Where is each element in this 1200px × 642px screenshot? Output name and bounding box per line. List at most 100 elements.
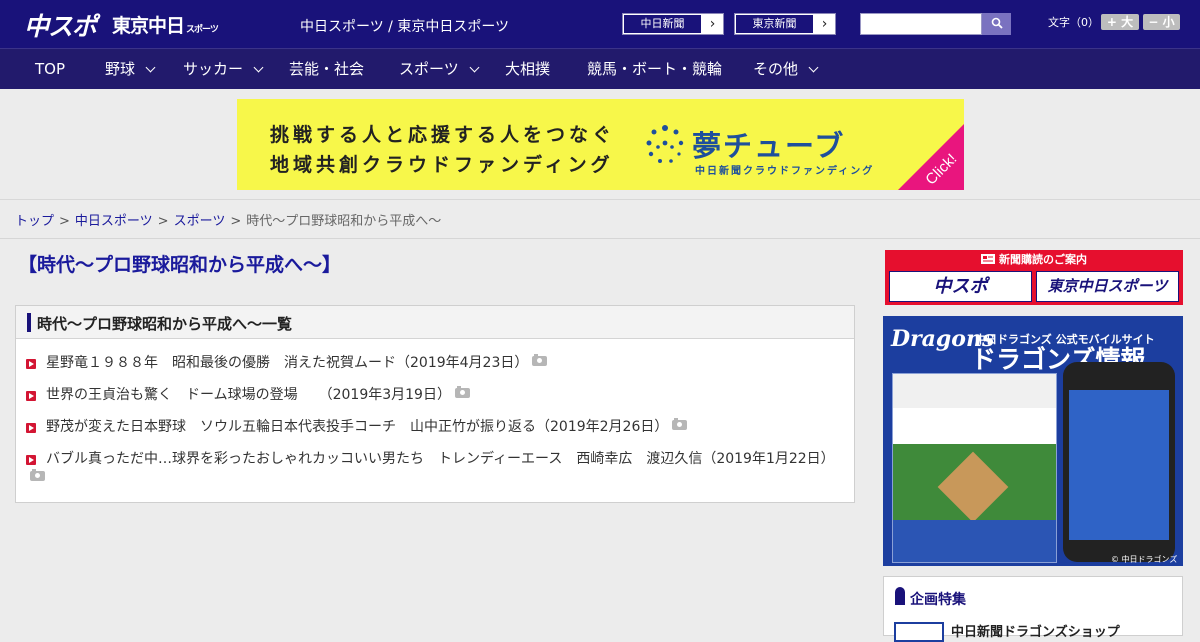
list-item: バブル真っただ中…球界を彩ったおしゃれカッコいい男たち トレンディーエース 西崎… [26, 450, 846, 488]
search-icon [991, 17, 1003, 29]
search-button[interactable] [982, 13, 1011, 35]
nav-item-baseball[interactable]: 野球 [105, 49, 156, 90]
shop-thumbnail [894, 622, 944, 642]
article-list: 時代～プロ野球昭和から平成へ～一覧 星野竜１９８８年 昭和最後の優勝 消えた祝賀… [15, 305, 855, 503]
breadcrumb-link-chuspo[interactable]: 中日スポーツ [75, 214, 153, 229]
chevron-down-icon [145, 62, 156, 73]
nav-label: その他 [753, 60, 799, 78]
chevron-right-icon: › [821, 16, 828, 32]
page-title: 【時代～プロ野球昭和から平成へ～】 [18, 254, 342, 276]
camera-icon [454, 386, 470, 398]
nav-item-other[interactable]: その他 [753, 49, 819, 90]
camera-icon [532, 354, 548, 366]
tokyo-logo-suffix: スポーツ [186, 25, 219, 35]
article-link[interactable]: バブル真っただ中…球界を彩ったおしゃれカッコいい男たち トレンディーエース 西崎… [46, 450, 846, 469]
list-item: 野茂が変えた日本野球 ソウル五輪日本代表投手コーチ 山中正竹が振り返る（2019… [26, 418, 846, 437]
tokyo-shimbun-link[interactable]: 東京新聞 › [734, 13, 836, 35]
camera-icon [30, 469, 45, 481]
breadcrumb-link-sports[interactable]: スポーツ [174, 214, 226, 229]
article-title: 野茂が変えた日本野球 ソウル五輪日本代表投手コーチ 山中正竹が振り返る [46, 419, 536, 435]
search-input[interactable] [860, 13, 982, 35]
nav-item-sports[interactable]: スポーツ [399, 49, 480, 90]
breadcrumb: トップ > 中日スポーツ > スポーツ > 時代～プロ野球昭和から平成へ～ [0, 201, 1200, 239]
dragons-copyright: © 中日ドラゴンズ [1111, 555, 1178, 564]
article-title: 世界の王貞治も驚く ドーム球場の登場 [46, 387, 326, 403]
site-title: 中日スポーツ / 東京中日スポーツ [300, 19, 510, 35]
nav-label: スポーツ [399, 60, 459, 78]
arrow-bullet-icon [26, 359, 36, 369]
chevron-down-icon [808, 62, 819, 73]
font-smaller-button[interactable]: − 小 [1143, 14, 1180, 30]
article-title: バブル真っただ中…球界を彩ったおしゃれカッコいい男たち トレンディーエース 西崎… [46, 451, 703, 467]
arrow-bullet-icon [26, 391, 36, 401]
nav-item-top[interactable]: TOP [35, 49, 65, 90]
dots-logo-icon [646, 125, 684, 163]
breadcrumb-separator: > [157, 214, 169, 229]
subscribe-tokyo-button[interactable]: 東京中日スポーツ [1036, 271, 1179, 302]
nav-label: サッカー [183, 60, 244, 78]
chuspo-logo[interactable]: 中スポ [24, 7, 97, 43]
subscription-box: 新聞購読のご案内 中スポ 東京中日スポーツ [885, 250, 1183, 305]
list-header: 時代～プロ野球昭和から平成へ～一覧 [16, 306, 854, 339]
subscription-title-text: 新聞購読のご案内 [999, 253, 1087, 266]
nav-label: 野球 [105, 60, 136, 78]
dragons-shop-link[interactable]: 中日新聞ドラゴンズショップ [951, 621, 1120, 640]
menu-image [893, 520, 1056, 562]
scoreboard-screenshot [892, 373, 1057, 563]
list-item: 世界の王貞治も驚く ドーム球場の登場 （2019年3月19日） [26, 386, 846, 405]
subscribe-chuspo-button[interactable]: 中スポ [889, 271, 1032, 302]
nav-item-racing[interactable]: 競馬・ボート・競輪 [587, 49, 722, 90]
chevron-down-icon [253, 62, 264, 73]
article-date: （2019年3月19日） [325, 387, 451, 403]
nav-label: TOP [35, 60, 66, 78]
breadcrumb-separator: > [59, 214, 70, 229]
feature-box: 企画特集 中日新聞ドラゴンズショップ [883, 576, 1183, 642]
field-image [893, 444, 1056, 523]
list-title: 時代～プロ野球昭和から平成へ～一覧 [37, 315, 293, 333]
subscription-title: 新聞購読のご案内 [885, 250, 1183, 269]
arrow-bullet-icon [26, 423, 36, 433]
breadcrumb-link-top[interactable]: トップ [15, 214, 54, 229]
crowdfunding-banner[interactable]: 挑戦する人と応援する人をつなぐ 地域共創クラウドファンディング 夢チューブ 中日… [237, 99, 964, 190]
diamond-shape [937, 451, 1009, 523]
camera-icon [672, 418, 688, 430]
scoreboard-image [893, 374, 1056, 408]
site-header: 中スポ 東京中日 スポーツ 中日スポーツ / 東京中日スポーツ 中日新聞 › 東京… [0, 0, 1200, 48]
main-nav: TOP 野球 サッカー 芸能・社会 スポーツ 大相撲 競馬・ボート・競輪 その他 [0, 48, 1200, 89]
dragons-mobile-banner[interactable]: Dragons 中日ドラゴンズ 公式モバイルサイト ドラゴンズ情報 © 中日ドラ… [883, 316, 1183, 566]
ribbon-icon [895, 587, 905, 605]
tokyo-chunichi-logo[interactable]: 東京中日 スポーツ [112, 11, 219, 38]
banner-brand: 夢チューブ [692, 129, 846, 163]
font-size-label: 文字（0） [1048, 16, 1099, 29]
article-title: 星野竜１９８８年 昭和最後の優勝 消えた祝賀ムード [46, 355, 396, 371]
chunichi-shimbun-label: 中日新聞 [623, 14, 702, 34]
chunichi-shimbun-link[interactable]: 中日新聞 › [622, 13, 724, 35]
article-link[interactable]: 世界の王貞治も驚く ドーム球場の登場 （2019年3月19日） [46, 386, 846, 405]
newspaper-icon [981, 254, 995, 264]
banner-sub: 中日新聞クラウドファンディング [695, 166, 875, 177]
font-larger-button[interactable]: + 大 [1101, 14, 1139, 30]
article-date: （2019年1月22日） [702, 451, 835, 467]
article-link[interactable]: 星野竜１９８８年 昭和最後の優勝 消えた祝賀ムード（2019年4月23日） [46, 354, 846, 373]
nav-item-entertainment[interactable]: 芸能・社会 [289, 49, 364, 90]
breadcrumb-current: 時代～プロ野球昭和から平成へ～ [246, 214, 442, 229]
nav-label: 大相撲 [505, 60, 551, 78]
heading-bar [27, 313, 31, 332]
nav-item-soccer[interactable]: サッカー [183, 49, 264, 90]
banner-area: 挑戦する人と応援する人をつなぐ 地域共創クラウドファンディング 夢チューブ 中日… [0, 89, 1200, 200]
nav-item-sumo[interactable]: 大相撲 [505, 49, 550, 90]
nav-label: 芸能・社会 [289, 60, 365, 78]
chevron-right-icon: › [709, 16, 716, 32]
chevron-down-icon [469, 62, 480, 73]
phone-screen [1069, 390, 1169, 540]
arrow-bullet-icon [26, 455, 36, 465]
phone-image [1063, 362, 1175, 562]
banner-line2: 地域共創クラウドファンディング [270, 154, 614, 176]
article-link[interactable]: 野茂が変えた日本野球 ソウル五輪日本代表投手コーチ 山中正竹が振り返る（2019… [46, 418, 846, 437]
article-date: （2019年4月23日） [396, 355, 529, 371]
banner-line1: 挑戦する人と応援する人をつなぐ [270, 124, 616, 146]
list-item: 星野竜１９８８年 昭和最後の優勝 消えた祝賀ムード（2019年4月23日） [26, 354, 846, 373]
nav-label: 競馬・ボート・競輪 [587, 60, 723, 78]
breadcrumb-separator: > [230, 214, 242, 229]
feature-title: 企画特集 [910, 592, 966, 608]
